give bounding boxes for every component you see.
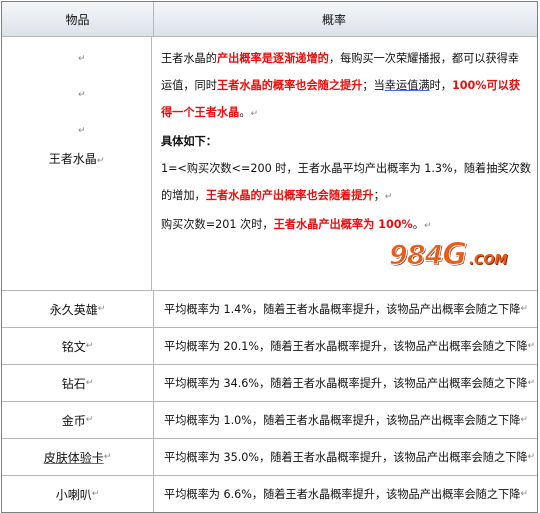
crystal-text-line: 1=<购买次数<=200 时，王者水晶平均产出概率为 1.3%，随着抽奖次数 (160, 162, 531, 175)
table-row: 铭文 ↵ 平均概率为 20.1%，随着王者水晶概率提升，该物品产出概率会随之下降 ↵ (2, 327, 537, 364)
site-watermark-logo: 984 G .COM (388, 237, 508, 273)
table-row: 小喇叭 ↵ 平均概率为 6.6%，随着王者水晶概率提升，该物品产出概率会随之下降 ↵ (2, 475, 537, 512)
paragraph-mark: ↵ (78, 54, 86, 64)
item-rate: 平均概率为 35.0%，随着王者水晶概率提升，该物品产出概率会随之下降 ↵ (164, 451, 536, 464)
crystal-text-line: 运值，同时王者水晶的概率也会随之提升；当幸运值满时，100%可以获 (160, 79, 521, 92)
crystal-text-line: 的增加，王者水晶的产出概率也会随着提升；↵ (160, 189, 393, 202)
item-name: 铭文 ↵ (2, 328, 154, 364)
item-rate: 平均概率为 20.1%，随着王者水晶概率提升，该物品产出概率会随之下降 ↵ (164, 340, 536, 353)
table-header-row: 物品 概率 (2, 2, 537, 36)
table-row: 钻石 ↵ 平均概率为 34.6%，随着王者水晶概率提升，该物品产出概率会随之下降 ↵ (2, 364, 537, 401)
crystal-detail-label: 具体如下： (160, 135, 217, 148)
crystal-name: 王者水晶↵ (48, 152, 105, 166)
item-name: 钻石 ↵ (2, 365, 154, 401)
crystal-text-line: 购买次数=201 次时，王者水晶产出概率为 100%。↵ (160, 218, 432, 231)
paragraph-mark: ↵ (78, 90, 86, 100)
item-rate: 平均概率为 1.0%，随着王者水晶概率提升，该物品产出概率会随之下降 ↵ (164, 414, 528, 427)
table-row: 金币 ↵ 平均概率为 1.0%，随着王者水晶概率提升，该物品产出概率会随之下降 ↵ (2, 401, 537, 438)
header-rate: 概率 (322, 12, 347, 27)
table-row: 永久英雄 ↵ 平均概率为 1.4%，随着王者水晶概率提升，该物品产出概率会随之下降… (2, 290, 537, 327)
crystal-name-cell: ↵ ↵ ↵ 王者水晶↵ (2, 37, 152, 290)
crystal-text-line: 王者水晶的产出概率是逐渐递增的，每购买一次荣耀播报，都可以获得幸 (160, 52, 520, 65)
item-name: 小喇叭 ↵ (2, 476, 154, 512)
item-name: 永久英雄 ↵ (2, 291, 154, 327)
item-rate: 平均概率为 34.6%，随着王者水晶概率提升，该物品产出概率会随之下降 ↵ (164, 377, 536, 390)
item-rate: 平均概率为 1.4%，随着王者水晶概率提升，该物品产出概率会随之下降 ↵ (164, 303, 528, 316)
header-item: 物品 (2, 2, 154, 36)
crystal-text-line: 得一个王者水晶。↵ (160, 106, 259, 119)
item-name: 皮肤体验卡 ↵ (2, 439, 154, 475)
paragraph-mark: ↵ (78, 126, 86, 136)
table-row: 皮肤体验卡 ↵ 平均概率为 35.0%，随着王者水晶概率提升，该物品产出概率会随之… (2, 438, 537, 475)
item-rate: 平均概率为 6.6%，随着王者水晶概率提升，该物品产出概率会随之下降 ↵ (164, 488, 528, 501)
item-name: 金币 ↵ (2, 402, 154, 438)
